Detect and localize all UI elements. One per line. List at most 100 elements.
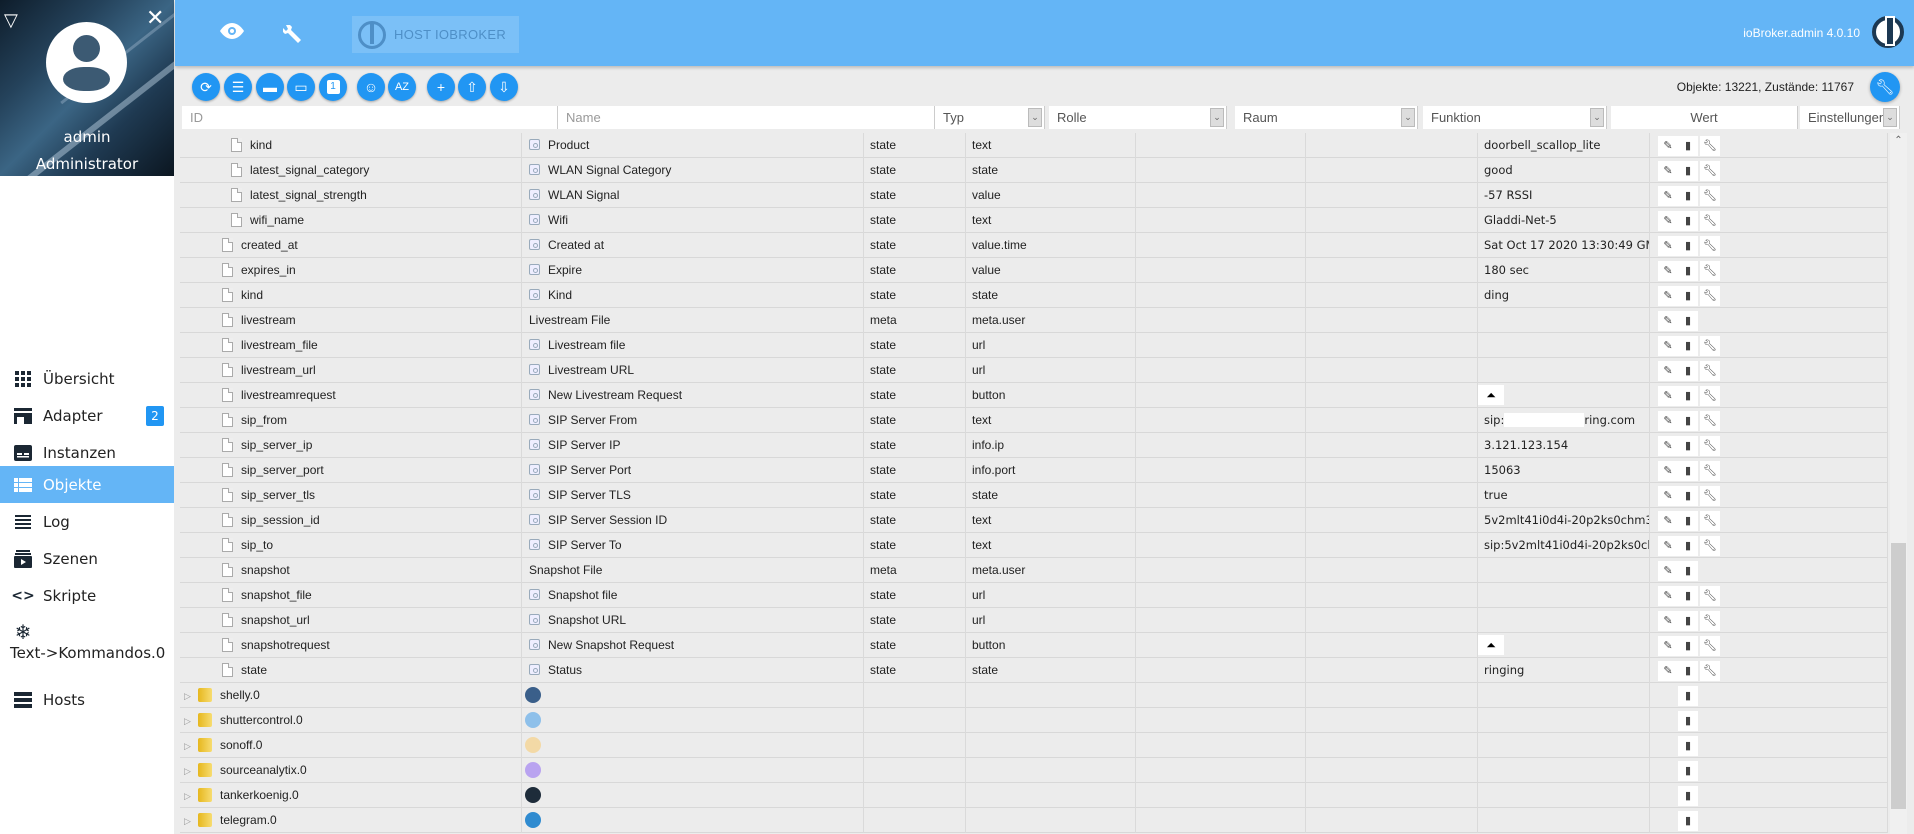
expand-icon[interactable]: ▷ bbox=[184, 709, 194, 733]
cell-value[interactable] bbox=[1478, 733, 1650, 758]
table-row[interactable]: sip_server_port SIP Server Port state info.… bbox=[180, 458, 1888, 483]
cell-value[interactable]: ⏶ bbox=[1478, 383, 1650, 408]
table-row[interactable]: latest_signal_strength WLAN Signal state va… bbox=[180, 183, 1888, 208]
delete-button[interactable]: ▮ bbox=[1678, 811, 1698, 831]
cell-value[interactable]: ding bbox=[1478, 283, 1650, 308]
sidebar-item-szenen[interactable]: Szenen bbox=[0, 540, 174, 577]
filter-settings[interactable]: Einstellungen ⌄ bbox=[1800, 106, 1900, 129]
chevron-down-icon[interactable]: ⌄ bbox=[1028, 108, 1042, 127]
edit-button[interactable]: ✎ bbox=[1658, 311, 1678, 331]
expand-icon[interactable]: ▷ bbox=[184, 684, 194, 708]
filter-id[interactable]: ID bbox=[182, 106, 558, 129]
settings-button[interactable]: 🔧︎ bbox=[1700, 511, 1720, 531]
cell-value[interactable] bbox=[1478, 608, 1650, 633]
wrench-icon[interactable] bbox=[283, 22, 305, 50]
delete-button[interactable]: ▮ bbox=[1678, 461, 1698, 481]
settings-button[interactable]: 🔧︎ bbox=[1700, 636, 1720, 656]
cell-value[interactable]: true bbox=[1478, 483, 1650, 508]
delete-button[interactable]: ▮ bbox=[1678, 736, 1698, 756]
scroll-up-icon[interactable]: ⌃ bbox=[1890, 135, 1907, 146]
delete-button[interactable]: ▮ bbox=[1678, 236, 1698, 256]
table-row[interactable]: snapshot_file Snapshot file state url ✎ ▮ 🔧︎ bbox=[180, 583, 1888, 608]
delete-button[interactable]: ▮ bbox=[1678, 686, 1698, 706]
settings-button[interactable]: 🔧︎ bbox=[1700, 411, 1720, 431]
table-row[interactable]: expires_in Expire state value 180 sec ✎ ▮ 🔧︎ bbox=[180, 258, 1888, 283]
edit-button[interactable]: ✎ bbox=[1658, 611, 1678, 631]
sidebar-item-adapter[interactable]: Adapter 2 bbox=[0, 397, 174, 434]
sidebar-item-log[interactable]: Log bbox=[0, 503, 174, 540]
folder-open-button[interactable]: ▭ bbox=[287, 73, 315, 101]
upload-button[interactable]: ⇧ bbox=[458, 73, 486, 101]
settings-button[interactable]: 🔧︎ bbox=[1700, 611, 1720, 631]
table-row[interactable]: livestreamrequest New Livestream Request s… bbox=[180, 383, 1888, 408]
delete-button[interactable]: ▮ bbox=[1678, 586, 1698, 606]
cell-value[interactable] bbox=[1478, 708, 1650, 733]
table-row[interactable]: sip_from SIP Server From state text sip: ring… bbox=[180, 408, 1888, 433]
delete-button[interactable]: ▮ bbox=[1678, 186, 1698, 206]
folder-closed-button[interactable]: ▬ bbox=[256, 73, 284, 101]
chevron-down-icon[interactable]: ⌄ bbox=[1883, 108, 1897, 127]
delete-button[interactable]: ▮ bbox=[1678, 536, 1698, 556]
delete-button[interactable]: ▮ bbox=[1678, 611, 1698, 631]
settings-button[interactable]: 🔧︎ bbox=[1870, 72, 1900, 102]
scrollbar-thumb[interactable] bbox=[1891, 543, 1906, 809]
customs-user-button[interactable]: ☺ bbox=[357, 73, 385, 101]
settings-button[interactable]: 🔧︎ bbox=[1700, 586, 1720, 606]
delete-button[interactable]: ▮ bbox=[1678, 311, 1698, 331]
edit-button[interactable]: ✎ bbox=[1658, 411, 1678, 431]
table-row[interactable]: sip_session_id SIP Server Session ID state… bbox=[180, 508, 1888, 533]
edit-button[interactable]: ✎ bbox=[1658, 236, 1678, 256]
refresh-button[interactable]: ⟳ bbox=[192, 73, 220, 101]
delete-button[interactable]: ▮ bbox=[1678, 636, 1698, 656]
cell-value[interactable]: sip:5v2mlt41i0d4i-20p2ks0ch bbox=[1478, 533, 1650, 558]
table-row[interactable]: snapshot Snapshot File meta meta.user ✎ ▮ bbox=[180, 558, 1888, 583]
sidebar-item-hosts[interactable]: Hosts bbox=[0, 681, 174, 718]
table-row[interactable]: wifi_name Wifi state text Gladdi-Net-5 ✎ ▮ 🔧︎ bbox=[180, 208, 1888, 233]
list-view-button[interactable]: ☰ bbox=[224, 73, 252, 101]
delete-button[interactable]: ▮ bbox=[1678, 761, 1698, 781]
table-row[interactable]: ▷ telegram.0 ▮ bbox=[180, 808, 1888, 833]
close-sidebar-icon[interactable]: ✕ bbox=[146, 7, 164, 29]
table-row[interactable]: kind Kind state state ding ✎ ▮ 🔧︎ bbox=[180, 283, 1888, 308]
cell-value[interactable]: 5v2mlt41i0d4i-20p2ks0chm3 bbox=[1478, 508, 1650, 533]
table-row[interactable]: ▷ shelly.0 ▮ bbox=[180, 683, 1888, 708]
counter-1-button[interactable]: 1 bbox=[319, 73, 347, 101]
delete-button[interactable]: ▮ bbox=[1678, 411, 1698, 431]
cell-value[interactable]: ringing bbox=[1478, 658, 1650, 683]
sidebar-item--bersicht[interactable]: Übersicht bbox=[0, 360, 174, 397]
table-row[interactable]: livestream_file Livestream file state url ✎ ▮… bbox=[180, 333, 1888, 358]
table-row[interactable]: sip_server_tls SIP Server TLS state state tr… bbox=[180, 483, 1888, 508]
cell-value[interactable] bbox=[1478, 333, 1650, 358]
cell-value[interactable]: Sat Oct 17 2020 13:30:49 GM bbox=[1478, 233, 1650, 258]
table-row[interactable]: ▷ shuttercontrol.0 ▮ bbox=[180, 708, 1888, 733]
delete-button[interactable]: ▮ bbox=[1678, 561, 1698, 581]
cell-value[interactable] bbox=[1478, 308, 1650, 333]
edit-button[interactable]: ✎ bbox=[1658, 511, 1678, 531]
table-row[interactable]: sip_server_ip SIP Server IP state info.ip 3.… bbox=[180, 433, 1888, 458]
delete-button[interactable]: ▮ bbox=[1678, 211, 1698, 231]
table-row[interactable]: sip_to SIP Server To state text sip:5v2mlt41… bbox=[180, 533, 1888, 558]
settings-button[interactable]: 🔧︎ bbox=[1700, 236, 1720, 256]
table-row[interactable]: latest_signal_category WLAN Signal Catego… bbox=[180, 158, 1888, 183]
edit-button[interactable]: ✎ bbox=[1658, 461, 1678, 481]
expand-icon[interactable]: ▷ bbox=[184, 784, 194, 808]
delete-button[interactable]: ▮ bbox=[1678, 261, 1698, 281]
delete-button[interactable]: ▮ bbox=[1678, 661, 1698, 681]
edit-button[interactable]: ✎ bbox=[1658, 186, 1678, 206]
settings-button[interactable]: 🔧︎ bbox=[1700, 436, 1720, 456]
table-row[interactable]: state Status state state ringing ✎ ▮ 🔧︎ bbox=[180, 658, 1888, 683]
cell-value[interactable] bbox=[1478, 683, 1650, 708]
edit-button[interactable]: ✎ bbox=[1658, 586, 1678, 606]
delete-button[interactable]: ▮ bbox=[1678, 786, 1698, 806]
settings-button[interactable]: 🔧︎ bbox=[1700, 136, 1720, 156]
cell-value[interactable]: doorbell_scallop_lite bbox=[1478, 133, 1650, 158]
download-button[interactable]: ⇩ bbox=[490, 73, 518, 101]
trigger-button[interactable]: ⏶ bbox=[1478, 385, 1504, 405]
scrollbar[interactable]: ⌃ bbox=[1890, 133, 1907, 834]
table-row[interactable]: created_at Created at state value.time Sat O… bbox=[180, 233, 1888, 258]
sidebar-item-skripte[interactable]: <> Skripte bbox=[0, 577, 174, 614]
cell-value[interactable]: 3.121.123.154 bbox=[1478, 433, 1650, 458]
settings-button[interactable]: 🔧︎ bbox=[1700, 161, 1720, 181]
expand-icon[interactable]: ▷ bbox=[184, 734, 194, 758]
sort-az-button[interactable]: AZ bbox=[388, 73, 416, 101]
